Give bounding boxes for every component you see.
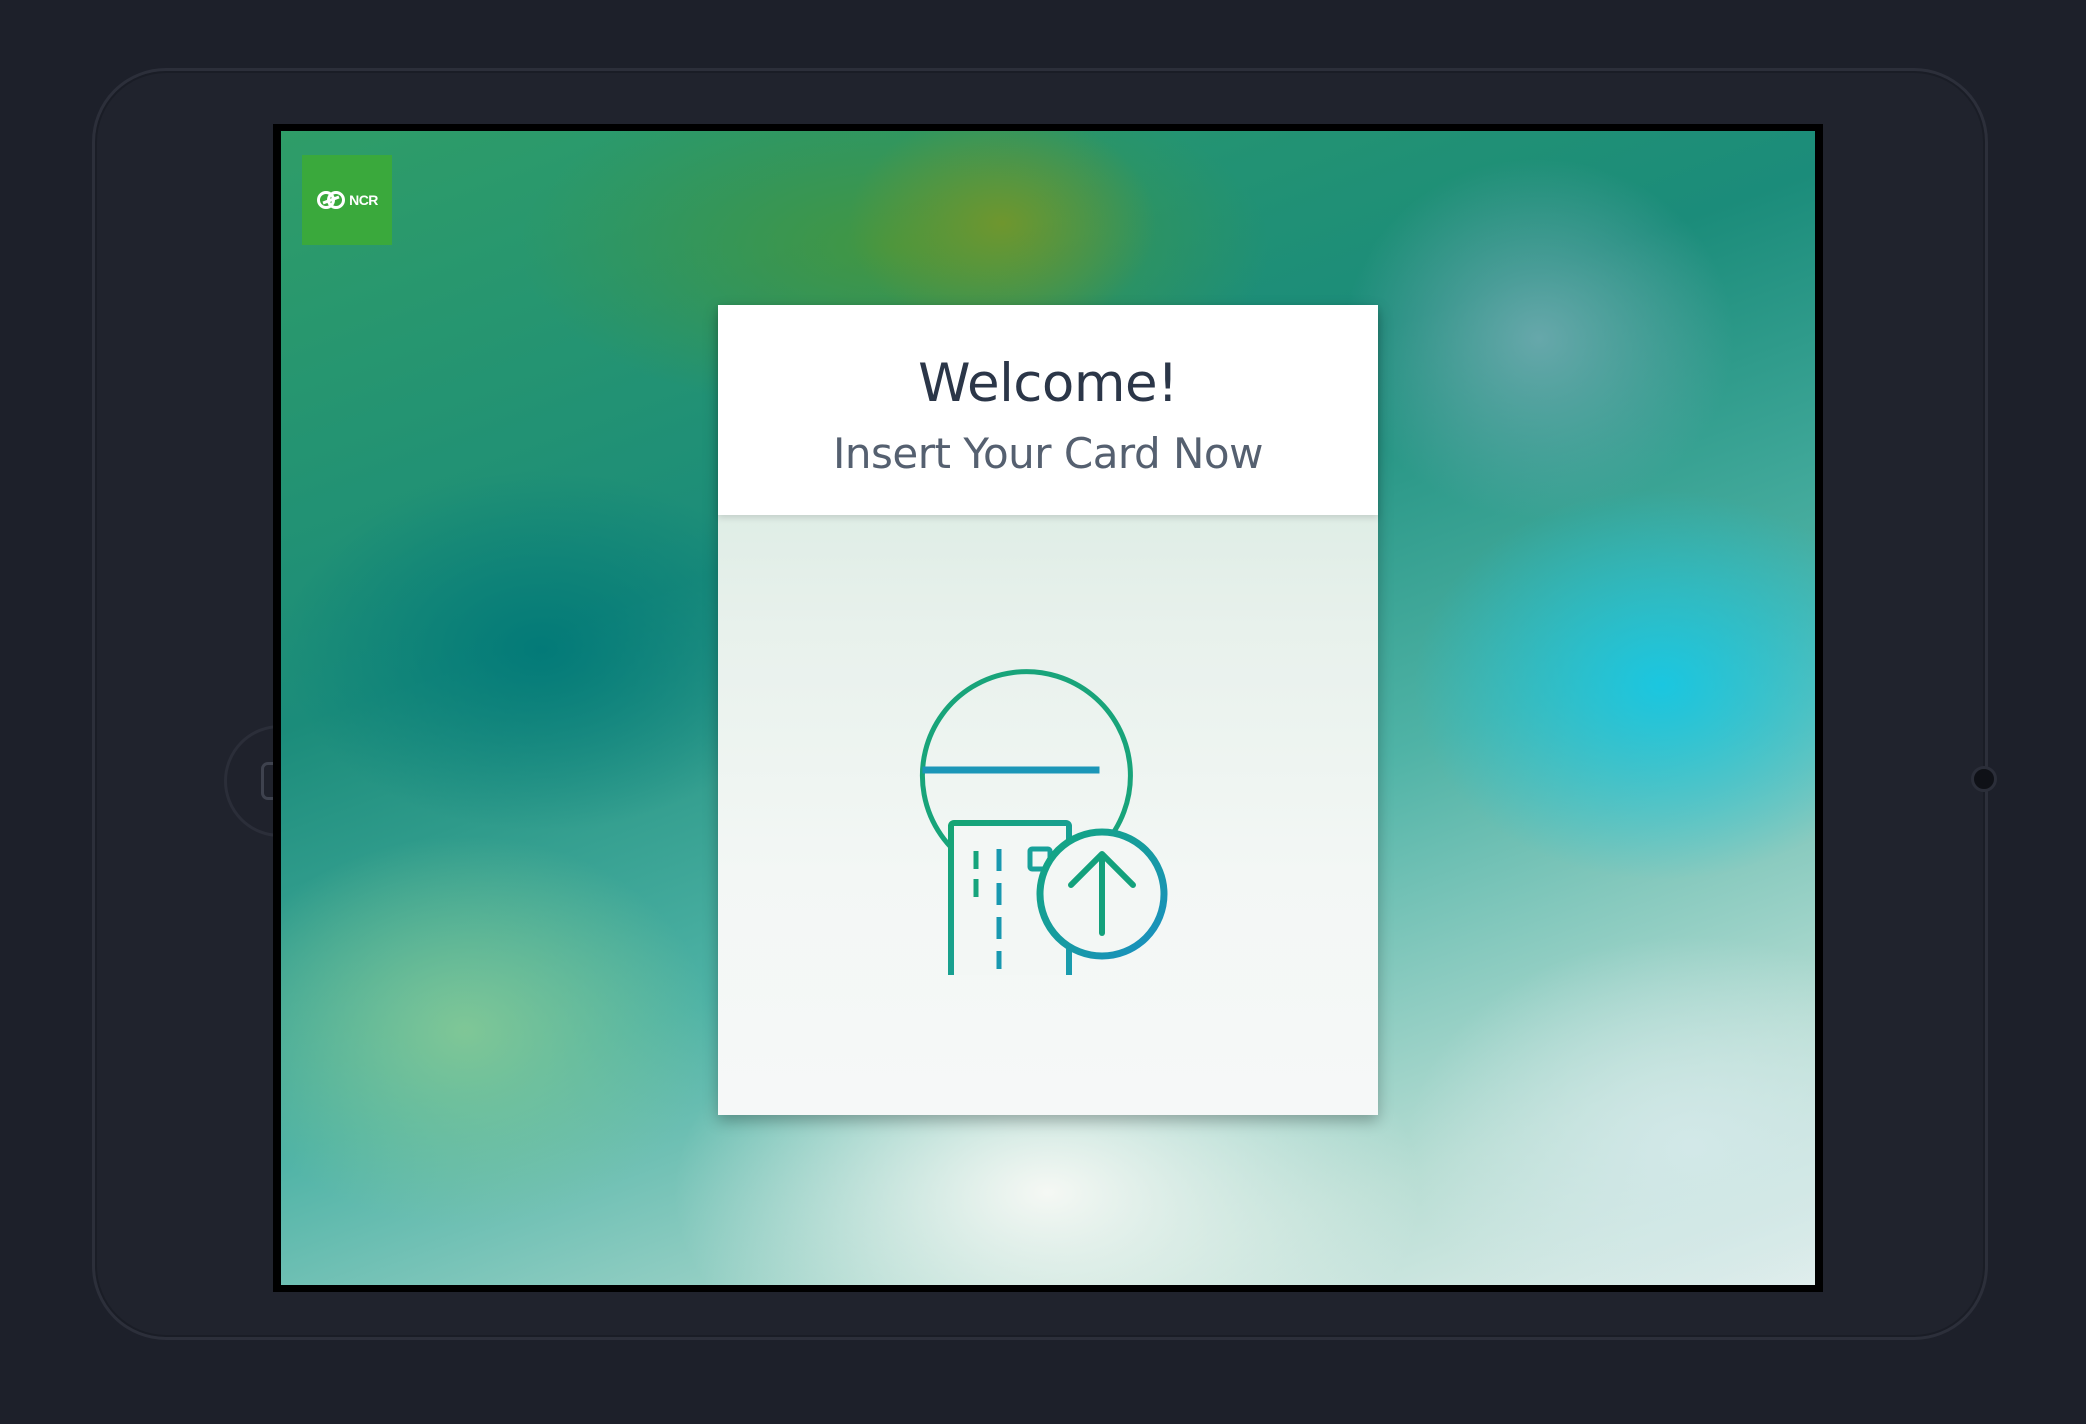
insert-card-instruction: Insert Your Card Now [833, 429, 1263, 478]
ncr-logo: NCR [302, 155, 392, 245]
card-header: Welcome! Insert Your Card Now [718, 305, 1378, 515]
welcome-title: Welcome! [918, 353, 1178, 414]
ncr-logo-text: NCR [349, 192, 378, 208]
ncr-link-icon [317, 191, 346, 209]
screen: NCR Welcome! Insert Your Card Now [273, 124, 1823, 1292]
insert-card-icon [919, 669, 1168, 975]
camera-icon [1971, 766, 1997, 792]
insert-card-panel: Welcome! Insert Your Card Now [718, 305, 1378, 1115]
kiosk-display: NCR Welcome! Insert Your Card Now [281, 131, 1815, 1285]
